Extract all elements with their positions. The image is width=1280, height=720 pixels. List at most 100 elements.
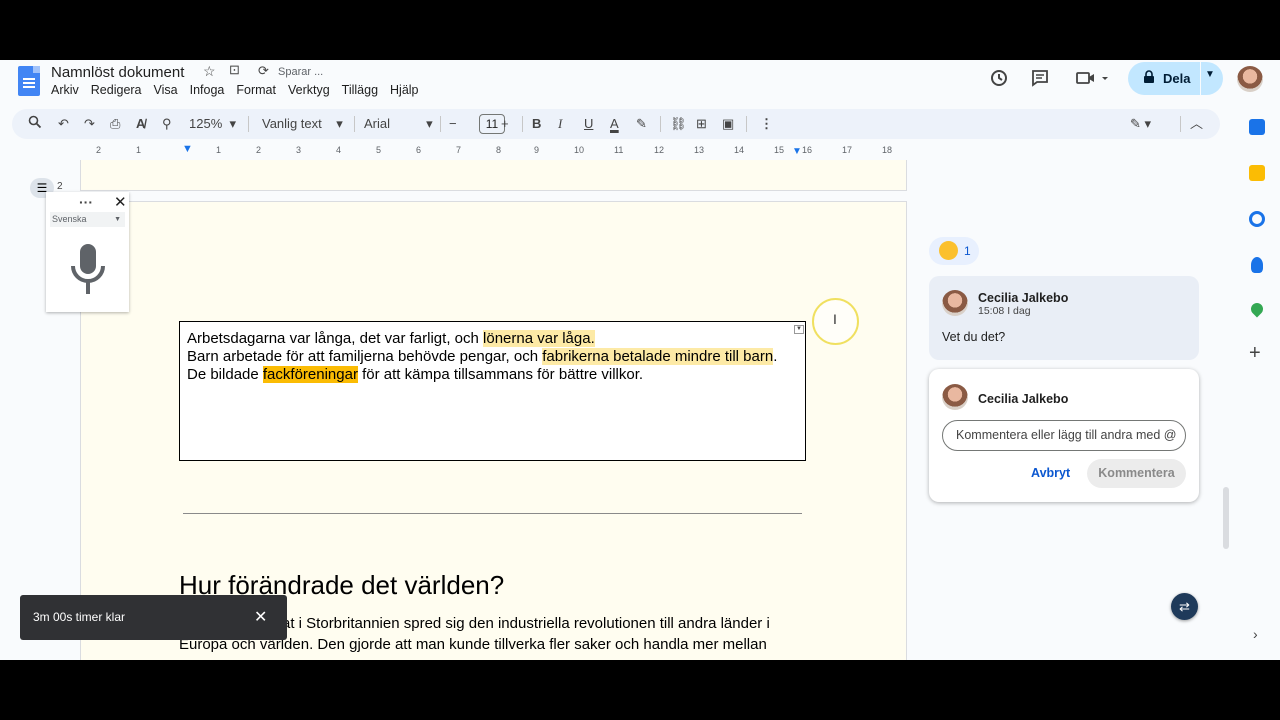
add-comment-icon[interactable]: ⊞ [696, 115, 707, 133]
reaction-count: 1 [964, 244, 971, 258]
decrease-font-size-icon[interactable]: − [449, 115, 457, 133]
menu-infoga[interactable]: Infoga [190, 83, 225, 97]
font-select[interactable]: Arial ▾ [364, 115, 433, 133]
menu-visa[interactable]: Visa [154, 83, 178, 97]
share-label: Dela [1163, 71, 1191, 86]
explore-icon[interactable]: ⇄ [1171, 593, 1198, 620]
comment-thread[interactable]: Cecilia Jalkebo 15:08 I dag Vet du det? [929, 276, 1199, 360]
comment-author: Cecilia Jalkebo [978, 291, 1069, 305]
commented-text[interactable]: fackföreningar [262, 366, 358, 383]
paint-format-icon[interactable]: ⚲ [162, 115, 172, 133]
text-segment: för att kämpa tillsammans för bättre vil… [357, 366, 644, 383]
redo-icon[interactable]: ↷ [84, 115, 95, 133]
text-color-icon[interactable]: A [610, 115, 619, 133]
font-value: Arial [364, 116, 391, 131]
emoji-reaction[interactable]: 1 [929, 237, 979, 265]
document-title[interactable]: Namnlöst dokument [51, 64, 184, 81]
side-panel: + › [1233, 110, 1280, 660]
add-addon-icon[interactable]: + [1249, 342, 1261, 365]
contacts-icon[interactable] [1251, 257, 1263, 273]
tasks-icon[interactable] [1249, 211, 1265, 227]
account-avatar[interactable] [1237, 66, 1263, 92]
search-menus-icon[interactable] [28, 115, 42, 134]
comment-input[interactable]: Kommentera eller lägg till andra med @ [942, 420, 1186, 451]
underline-icon[interactable]: U [584, 115, 593, 133]
microphone-icon[interactable] [69, 242, 107, 298]
docs-logo-icon[interactable] [18, 66, 40, 96]
highlighted-text[interactable]: lönerna var låga. [483, 330, 595, 347]
increase-font-size-icon[interactable]: + [501, 115, 509, 133]
timer-toast: 3m 00s timer klar ✕ [20, 595, 287, 640]
print-icon[interactable]: ⎙ [110, 115, 120, 133]
ruler-label: 10 [574, 145, 585, 155]
hide-menus-icon[interactable]: ︿ [1190, 115, 1203, 133]
insert-image-icon[interactable]: ▣ [722, 115, 734, 133]
ruler-label: 13 [694, 145, 705, 155]
zoom-select[interactable]: 125% ▾ [189, 115, 236, 133]
right-indent-marker-icon[interactable]: ▼ [792, 146, 802, 157]
style-select[interactable]: Vanlig text ▾ [262, 115, 343, 133]
text-segment: . [773, 348, 778, 365]
spellcheck-icon[interactable]: A̸ [136, 115, 145, 133]
ruler-label: 9 [534, 145, 540, 155]
body-paragraph-line-1[interactable]: at i Storbritannien spred sig den indust… [282, 615, 770, 632]
menu-redigera[interactable]: Redigera [91, 83, 142, 97]
voice-close-icon[interactable]: ✕ [114, 193, 127, 211]
voice-more-icon[interactable]: ··· [79, 194, 93, 210]
insert-link-icon[interactable]: ⛓ [670, 115, 687, 133]
ruler-label: 8 [496, 145, 502, 155]
comments-icon[interactable] [1028, 68, 1052, 92]
ruler-label: 2 [96, 145, 102, 155]
move-folder-icon[interactable]: ⊡ [229, 62, 240, 78]
version-history-icon[interactable] [987, 68, 1011, 92]
header: Namnlöst dokument ☆ ⊡ ⟳ Sparar ... Arkiv… [0, 60, 1280, 110]
more-options-icon[interactable]: ⋮ [760, 115, 773, 133]
mouse-cursor-highlight: I [812, 298, 859, 345]
meet-icon[interactable] [1072, 68, 1112, 92]
star-icon[interactable]: ☆ [203, 63, 216, 80]
left-indent-marker-icon[interactable]: ▼ [182, 143, 193, 155]
italic-icon[interactable]: I [558, 115, 562, 133]
share-divider [1200, 62, 1201, 95]
toolbar-divider [1180, 116, 1181, 132]
ruler-label: 6 [416, 145, 422, 155]
textbox-line-1[interactable]: Arbetsdagarna var långa, det var farligt… [187, 330, 595, 347]
saving-status: Sparar ... [278, 66, 324, 78]
editing-mode-icon[interactable]: ✎ ▾ [1130, 115, 1151, 133]
submit-comment-button[interactable]: Kommentera [1087, 459, 1186, 488]
menu-arkiv[interactable]: Arkiv [51, 83, 79, 97]
maps-icon[interactable] [1248, 300, 1266, 318]
menu-tillagg[interactable]: Tillägg [342, 83, 378, 97]
chevron-down-icon: ▼ [114, 216, 121, 223]
undo-icon[interactable]: ↶ [58, 115, 69, 133]
calendar-icon[interactable] [1249, 119, 1265, 135]
ruler-label: 16 [802, 145, 813, 155]
horizontal-ruler[interactable]: 2 1 ▼ 1 2 3 4 5 6 7 8 9 10 11 12 13 14 1… [80, 143, 908, 159]
share-dropdown-icon[interactable]: ▼ [1205, 69, 1215, 80]
highlight-color-icon[interactable]: ✎ [636, 115, 647, 133]
textbox-options-icon[interactable]: ▼ [794, 325, 804, 334]
formatting-toolbar: ↶ ↷ ⎙ A̸ ⚲ 125% ▾ Vanlig text ▾ Arial ▾ … [12, 109, 1220, 139]
sync-icon: ⟳ [258, 63, 269, 78]
menu-hjalp[interactable]: Hjälp [390, 83, 419, 97]
keep-icon[interactable] [1249, 165, 1265, 181]
toast-message: 3m 00s timer klar [33, 610, 126, 624]
highlighted-text[interactable]: fabrikerna betalade mindre till barn [542, 348, 774, 365]
voice-language-select[interactable]: Svenska ▼ [50, 212, 125, 227]
share-button[interactable]: Dela ▼ [1128, 62, 1223, 95]
avatar [942, 290, 968, 316]
textbox-line-3[interactable]: De bildade fackföreningar för att kämpa … [187, 366, 643, 383]
menu-verktyg[interactable]: Verktyg [288, 83, 330, 97]
scrollbar[interactable] [1223, 487, 1229, 549]
toast-close-icon[interactable]: ✕ [254, 607, 267, 627]
menu-format[interactable]: Format [236, 83, 276, 97]
page-previous [80, 160, 907, 191]
expand-panel-icon[interactable]: › [1253, 626, 1258, 642]
ruler-label: 2 [256, 145, 262, 155]
cancel-button[interactable]: Avbryt [1031, 466, 1070, 480]
text-box[interactable]: Arbetsdagarna var långa, det var farligt… [179, 321, 806, 461]
ruler-label: 12 [654, 145, 665, 155]
bold-icon[interactable]: B [532, 115, 541, 133]
reply-comment-card: Cecilia Jalkebo Kommentera eller lägg ti… [929, 369, 1199, 502]
textbox-line-2[interactable]: Barn arbetade för att familjerna behövde… [187, 348, 777, 365]
